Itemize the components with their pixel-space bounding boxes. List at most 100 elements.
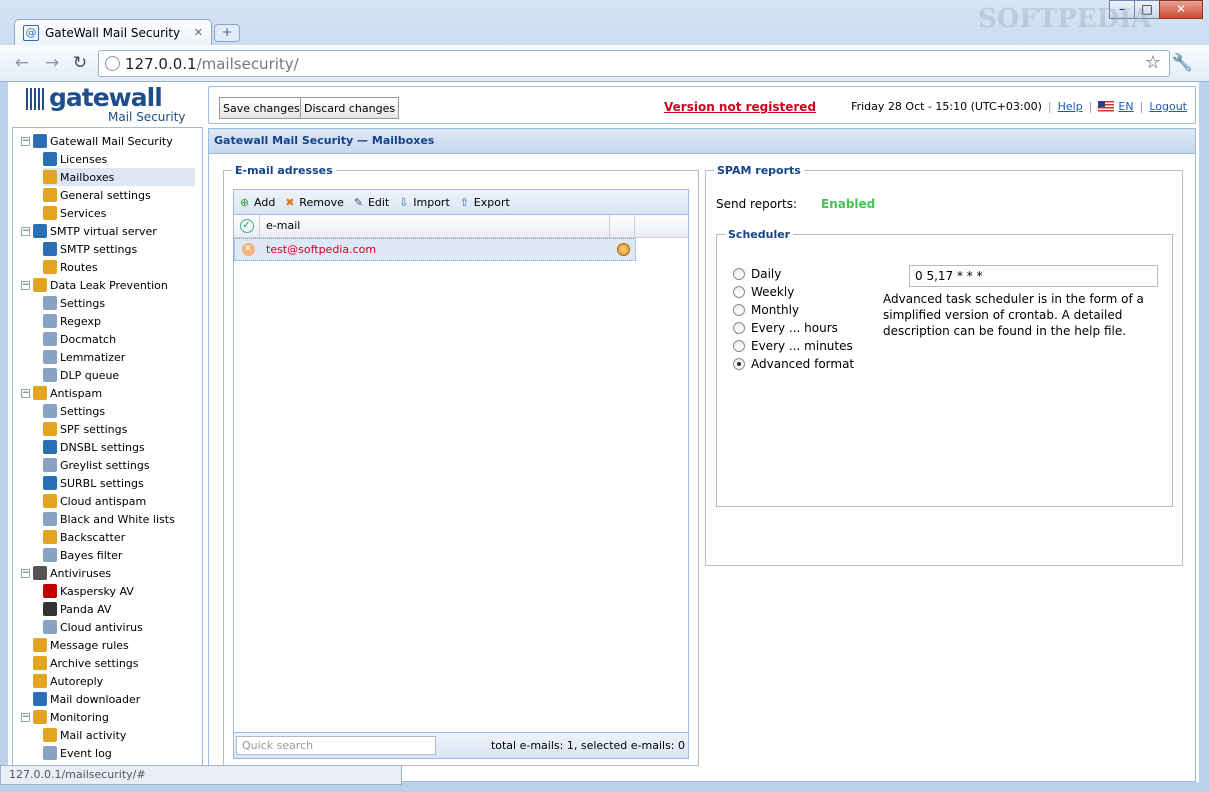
browser-tab[interactable]: @ GateWall Mail Security ✕ xyxy=(14,19,212,45)
export-button[interactable]: ⇧ Export xyxy=(458,196,510,209)
quick-search-input[interactable]: Quick search xyxy=(236,736,436,755)
sidebar-item[interactable]: Settings xyxy=(43,402,195,420)
expander-icon[interactable]: − xyxy=(21,712,30,722)
import-button[interactable]: ⇩ Import xyxy=(397,196,450,209)
sidebar-item[interactable]: − Monitoring xyxy=(21,708,195,726)
remove-button[interactable]: ✖ Remove xyxy=(283,196,344,209)
schedule-option[interactable]: Advanced format xyxy=(733,357,854,371)
schedule-option[interactable]: Daily xyxy=(733,267,781,281)
sidebar-item[interactable]: General settings xyxy=(43,186,195,204)
sidebar-item[interactable]: Mail downloader xyxy=(21,690,195,708)
edit-label: Edit xyxy=(367,195,390,209)
sidebar-item[interactable]: − Gatewall Mail Security xyxy=(21,132,195,150)
sidebar-item[interactable]: Backscatter xyxy=(43,528,195,546)
radio-button[interactable] xyxy=(733,340,745,352)
bayes-icon xyxy=(43,548,57,562)
sidebar-item-label: SPF settings xyxy=(60,422,128,436)
sidebar-item[interactable]: Lemmatizer xyxy=(43,348,195,366)
sidebar-item-label: Mail activity xyxy=(60,728,127,742)
expander-icon[interactable]: − xyxy=(21,280,30,290)
logo-subtitle: Mail Security xyxy=(108,110,186,124)
schedule-option[interactable]: Monthly xyxy=(733,303,799,317)
sidebar-item[interactable]: Regexp xyxy=(43,312,195,330)
sidebar-item[interactable]: Docmatch xyxy=(43,330,195,348)
discard-changes-button[interactable]: Discard changes xyxy=(300,97,400,119)
sidebar-item[interactable]: Services xyxy=(43,204,195,222)
close-icon[interactable]: ✕ xyxy=(194,26,203,39)
sidebar-item[interactable]: Cloud antivirus xyxy=(43,618,195,636)
expander-icon[interactable]: − xyxy=(21,388,30,398)
greylist-icon xyxy=(43,458,57,472)
new-tab-button[interactable]: + xyxy=(214,24,240,42)
expander-icon[interactable]: − xyxy=(21,226,30,236)
radio-button[interactable] xyxy=(733,304,745,316)
sidebar-item[interactable]: Black and White lists xyxy=(43,510,195,528)
top-bar: Save changes Discard changes Version not… xyxy=(208,86,1196,124)
select-all-checkbox[interactable]: ✓ xyxy=(234,215,260,237)
sidebar-item[interactable]: Kaspersky AV xyxy=(43,582,195,600)
sidebar-item[interactable]: SMTP settings xyxy=(43,240,195,258)
watermark: SOFTPEDIA xyxy=(978,4,1152,34)
sidebar-item[interactable]: − SMTP virtual server xyxy=(21,222,195,240)
expander-icon[interactable]: − xyxy=(21,136,30,146)
sidebar-item-label: Archive settings xyxy=(50,656,139,670)
bookmark-star-icon[interactable]: ☆ xyxy=(1145,52,1161,73)
schedule-option[interactable]: Every ... hours xyxy=(733,321,838,335)
sidebar-item[interactable]: Cloud antispam xyxy=(43,492,195,510)
scheduler-legend: Scheduler xyxy=(728,228,791,241)
sidebar-item[interactable]: Message rules xyxy=(21,636,195,654)
close-window-button[interactable]: ✕ xyxy=(1159,0,1203,19)
language-link[interactable]: EN xyxy=(1118,100,1133,113)
spf-icon xyxy=(43,422,57,436)
sidebar-item[interactable]: DLP queue xyxy=(43,366,195,384)
wrench-icon[interactable]: 🔧 xyxy=(1172,53,1193,73)
sidebar-item[interactable]: Event log xyxy=(43,744,195,762)
sidebar-item[interactable]: Autoreply xyxy=(21,672,195,690)
sidebar-item[interactable]: − Data Leak Prevention xyxy=(21,276,195,294)
logout-link[interactable]: Logout xyxy=(1149,100,1187,113)
radio-button[interactable] xyxy=(733,286,745,298)
send-reports-value[interactable]: Enabled xyxy=(821,197,875,211)
edit-button[interactable]: ✎ Edit xyxy=(352,196,389,209)
sidebar-item[interactable]: Licenses xyxy=(43,150,195,168)
sidebar-item[interactable]: − Antispam xyxy=(21,384,195,402)
row-checkbox[interactable]: ✕ xyxy=(235,243,261,256)
table-row[interactable]: ✕ test@softpedia.com xyxy=(234,238,636,261)
radio-button[interactable] xyxy=(733,358,745,370)
cron-input[interactable]: 0 5,17 * * * xyxy=(909,265,1158,287)
sidebar-item[interactable]: Routes xyxy=(43,258,195,276)
sidebar-item[interactable]: Settings xyxy=(43,294,195,312)
sidebar-item-label: Cloud antivirus xyxy=(60,620,143,634)
sidebar-item[interactable]: DNSBL settings xyxy=(43,438,195,456)
sidebar-item[interactable]: SURBL settings xyxy=(43,474,195,492)
schedule-option[interactable]: Weekly xyxy=(733,285,794,299)
radio-button[interactable] xyxy=(733,268,745,280)
sidebar-item[interactable]: SPF settings xyxy=(43,420,195,438)
sidebar-item-label: Settings xyxy=(60,296,106,310)
sidebar-item[interactable]: Panda AV xyxy=(43,600,195,618)
save-changes-button[interactable]: Save changes xyxy=(219,97,304,119)
back-icon[interactable]: ← xyxy=(10,51,34,75)
sidebar-item[interactable]: − Antiviruses xyxy=(21,564,195,582)
sidebar-item[interactable]: Greylist settings xyxy=(43,456,195,474)
log-icon xyxy=(43,746,57,760)
column-header-email[interactable]: e-mail xyxy=(260,215,610,237)
datetime: Friday 28 Oct - 15:10 (UTC+03:00) xyxy=(851,100,1042,113)
help-link[interactable]: Help xyxy=(1058,100,1083,113)
sidebar-item-label: Black and White lists xyxy=(60,512,175,526)
sidebar-item[interactable]: Mailboxes xyxy=(43,168,195,186)
reload-icon[interactable]: ↻ xyxy=(68,51,92,75)
forward-icon[interactable]: → xyxy=(40,51,64,75)
add-button[interactable]: ⊕ Add xyxy=(238,196,275,209)
schedule-option[interactable]: Every ... minutes xyxy=(733,339,853,353)
sidebar-item[interactable]: Bayes filter xyxy=(43,546,195,564)
row-action[interactable] xyxy=(611,243,635,256)
address-bar[interactable]: 127.0.0.1/mailsecurity/ ☆ xyxy=(98,50,1170,77)
status-url: 127.0.0.1/mailsecurity/# xyxy=(0,765,402,785)
radio-button[interactable] xyxy=(733,322,745,334)
expander-icon[interactable]: − xyxy=(21,568,30,578)
sidebar-item-label: Event log xyxy=(60,746,112,760)
sidebar-item[interactable]: Archive settings xyxy=(21,654,195,672)
sidebar-item[interactable]: Mail activity xyxy=(43,726,195,744)
not-registered-link[interactable]: Version not registered xyxy=(664,100,816,114)
